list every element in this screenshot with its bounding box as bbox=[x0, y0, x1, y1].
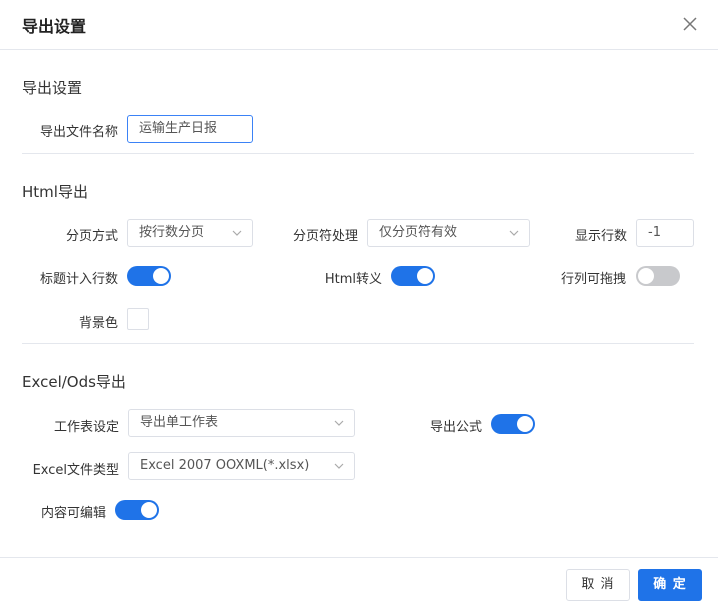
paging-mode-value: 按行数分页 bbox=[139, 225, 205, 240]
export-formula-label: 导出公式 bbox=[429, 420, 482, 435]
confirm-button[interactable]: 确 定 bbox=[638, 569, 702, 601]
rows-count-input[interactable]: -1 bbox=[636, 219, 694, 247]
footer-divider bbox=[0, 557, 718, 558]
rows-count-label: 显示行数 bbox=[574, 229, 627, 244]
excel-filetype-label: Excel文件类型 bbox=[32, 463, 119, 478]
section-excel-export-heading: Excel/Ods导出 bbox=[22, 373, 126, 391]
section-html-export-heading: Html导出 bbox=[22, 183, 88, 201]
section-divider bbox=[22, 153, 694, 154]
dialog-header bbox=[0, 0, 718, 50]
title-rows-toggle[interactable] bbox=[127, 266, 171, 286]
toggle-knob bbox=[141, 502, 157, 518]
paging-mode-select[interactable]: 按行数分页 bbox=[127, 219, 253, 247]
filename-input[interactable]: 运输生产日报 bbox=[127, 115, 253, 143]
html-escape-toggle[interactable] bbox=[391, 266, 435, 286]
excel-filetype-select[interactable]: Excel 2007 OOXML(*.xlsx) bbox=[128, 452, 355, 480]
editable-label: 内容可编辑 bbox=[40, 506, 106, 521]
bg-color-swatch[interactable] bbox=[127, 308, 149, 330]
page-break-value: 仅分页符有效 bbox=[379, 225, 458, 240]
draggable-toggle[interactable] bbox=[636, 266, 680, 286]
toggle-knob bbox=[517, 416, 533, 432]
chevron-down-icon bbox=[334, 420, 344, 426]
export-formula-toggle[interactable] bbox=[491, 414, 535, 434]
close-icon[interactable] bbox=[680, 14, 700, 34]
html-escape-label: Html转义 bbox=[324, 272, 382, 287]
chevron-down-icon bbox=[334, 463, 344, 469]
toggle-knob bbox=[153, 268, 169, 284]
cancel-button[interactable]: 取 消 bbox=[566, 569, 630, 601]
paging-mode-label: 分页方式 bbox=[65, 229, 118, 244]
title-rows-label: 标题计入行数 bbox=[39, 272, 118, 287]
page-break-label: 分页符处理 bbox=[292, 229, 358, 244]
toggle-knob bbox=[417, 268, 433, 284]
draggable-label: 行列可拖拽 bbox=[560, 272, 626, 287]
sheet-setting-value: 导出单工作表 bbox=[140, 415, 219, 430]
editable-toggle[interactable] bbox=[115, 500, 159, 520]
section-divider bbox=[22, 343, 694, 344]
dialog-title: 导出设置 bbox=[22, 17, 87, 36]
section-export-settings-heading: 导出设置 bbox=[22, 79, 83, 97]
filename-label: 导出文件名称 bbox=[39, 125, 118, 140]
bg-color-label: 背景色 bbox=[78, 316, 118, 331]
chevron-down-icon bbox=[232, 230, 242, 236]
excel-filetype-value: Excel 2007 OOXML(*.xlsx) bbox=[140, 458, 310, 473]
chevron-down-icon bbox=[509, 230, 519, 236]
sheet-setting-select[interactable]: 导出单工作表 bbox=[128, 409, 355, 437]
page-break-select[interactable]: 仅分页符有效 bbox=[367, 219, 530, 247]
sheet-setting-label: 工作表设定 bbox=[53, 420, 119, 435]
toggle-knob bbox=[638, 268, 654, 284]
